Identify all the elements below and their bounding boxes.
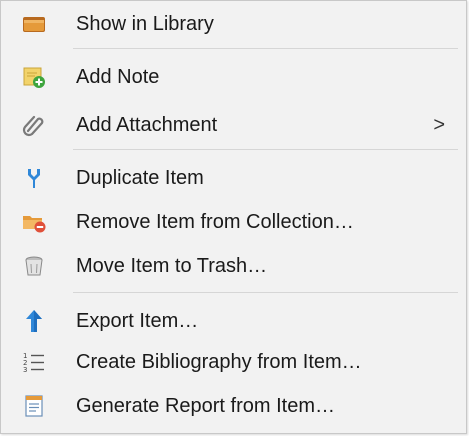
menu-item-add-note[interactable]: Add Note [2, 57, 465, 97]
folder-remove-icon [22, 210, 46, 234]
svg-text:3: 3 [23, 366, 27, 374]
report-icon [22, 394, 46, 418]
menu-item-label: Duplicate Item [76, 167, 204, 189]
add-note-icon [22, 65, 46, 89]
menu-item-generate-report[interactable]: Generate Report from Item… [2, 386, 465, 426]
menu-item-label: Export Item… [76, 310, 199, 332]
menu-item-label: Remove Item from Collection… [76, 211, 354, 233]
menu-item-label: Generate Report from Item… [76, 395, 335, 417]
duplicate-icon [22, 166, 46, 190]
menu-item-label: Create Bibliography from Item… [76, 351, 362, 373]
menu-item-remove-from-collection[interactable]: Remove Item from Collection… [2, 202, 465, 242]
menu-item-show-in-library[interactable]: Show in Library [2, 4, 465, 44]
menu-item-move-to-trash[interactable]: Move Item to Trash… [2, 246, 465, 286]
menu-item-create-bibliography[interactable]: 1 2 3 Create Bibliography from Item… [2, 342, 465, 382]
context-menu: Show in Library Add Note Add Attachment … [0, 0, 467, 434]
library-folder-icon [22, 12, 46, 36]
menu-separator [73, 292, 458, 293]
menu-separator [73, 48, 458, 49]
menu-item-label: Add Attachment [76, 114, 218, 136]
menu-separator [73, 149, 458, 150]
menu-item-export-item[interactable]: Export Item… [2, 301, 465, 341]
numbered-list-icon: 1 2 3 [22, 350, 46, 374]
menu-item-label: Add Note [76, 66, 160, 88]
paperclip-icon [22, 113, 46, 137]
menu-item-duplicate-item[interactable]: Duplicate Item [2, 158, 465, 198]
export-arrow-icon [22, 309, 46, 333]
menu-item-label: Show in Library [76, 13, 214, 35]
trash-icon [22, 254, 46, 278]
menu-item-label: Move Item to Trash… [76, 255, 268, 277]
menu-item-add-attachment[interactable]: Add Attachment > [2, 105, 465, 145]
submenu-arrow-icon: > [433, 114, 445, 136]
